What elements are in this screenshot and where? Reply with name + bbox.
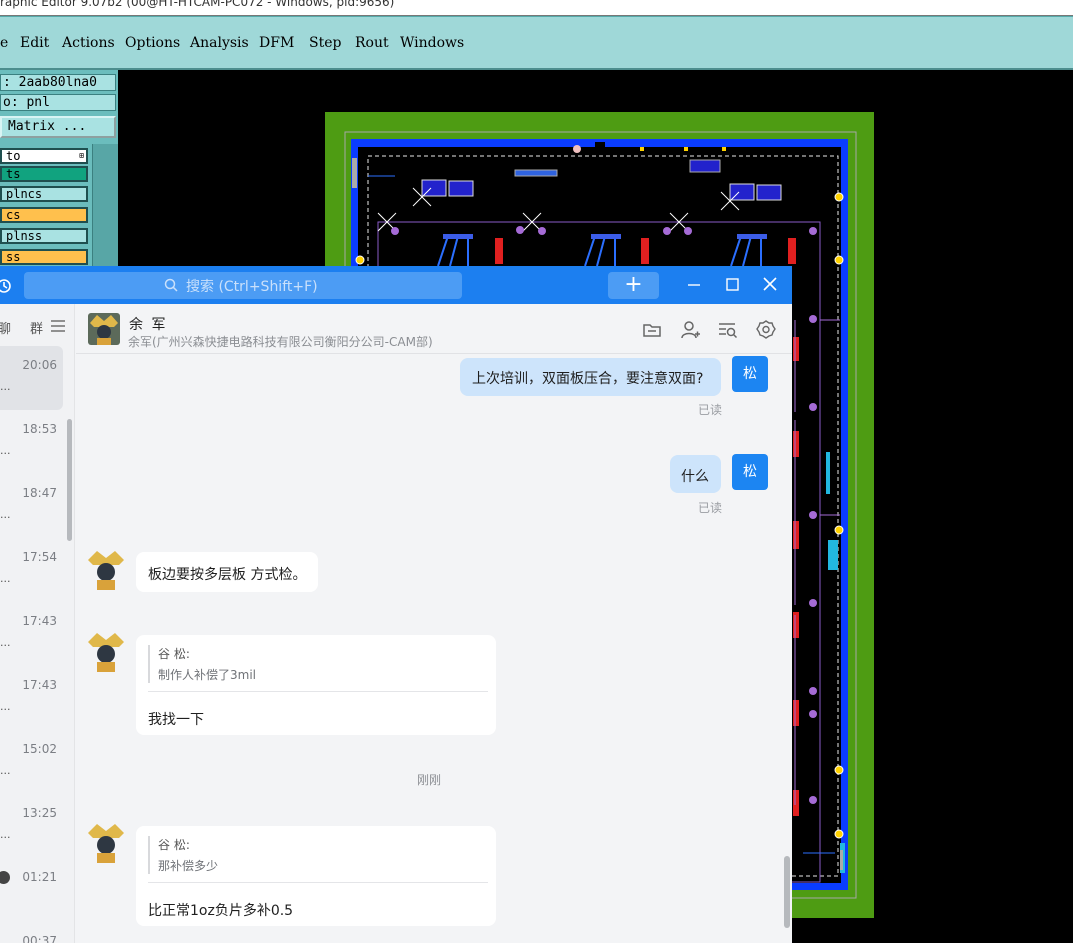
close-icon[interactable] xyxy=(759,274,781,296)
chat-main: 余 军 余军(广州兴森快捷电路科技有限公司衡阳分公司-CAM部) 上次培训，双面… xyxy=(76,304,792,943)
time-separator: 刚刚 xyxy=(417,773,442,787)
message-text: 什么 xyxy=(681,469,709,485)
minimize-icon[interactable] xyxy=(683,274,705,296)
search-history-icon[interactable] xyxy=(717,319,739,341)
quoted-message[interactable]: 谷 松: 制作人补偿了3mil xyxy=(148,645,256,683)
conversation-time: 15:02 xyxy=(22,742,57,756)
message-text: 板边要按多层板 方式检。 xyxy=(148,567,307,583)
conversation-item[interactable]: 18:53 ... xyxy=(0,410,63,474)
message-scrollbar[interactable] xyxy=(784,856,790,928)
conversation-item[interactable]: 17:54 ... xyxy=(0,538,63,602)
fiducial-top xyxy=(573,145,581,153)
message-bubble-incoming[interactable]: 谷 松: 制作人补偿了3mil 我找一下 xyxy=(136,635,496,735)
conversation-time: 17:54 xyxy=(22,550,57,564)
search-icon xyxy=(164,278,178,292)
conversation-preview: ... xyxy=(0,508,11,521)
conversation-preview: ... xyxy=(0,764,11,777)
search-placeholder: 搜索 (Ctrl+Shift+F) xyxy=(186,279,318,295)
search-input[interactable]: 搜索 (Ctrl+Shift+F) xyxy=(24,272,462,299)
conversation-item[interactable]: 00:37 xyxy=(0,922,63,943)
conversation-time: 17:43 xyxy=(22,678,57,692)
conversation-preview: ... xyxy=(0,700,11,713)
maximize-icon[interactable] xyxy=(721,274,743,296)
quote-text: 制作人补偿了3mil xyxy=(158,668,256,682)
quote-author: 谷 松: xyxy=(158,838,190,852)
menu-lines-icon[interactable] xyxy=(50,319,66,333)
conversation-item[interactable]: 18:47 ... xyxy=(0,474,63,538)
conversation-scrollbar[interactable] xyxy=(67,419,72,541)
chat-titlebar: 搜索 (Ctrl+Shift+F) + xyxy=(0,266,792,304)
conversation-time: 01:21 xyxy=(22,870,57,884)
avatar xyxy=(0,871,10,884)
conversation-time: 18:53 xyxy=(22,422,57,436)
message-text: 上次培训，双面板压合，要注意双面? xyxy=(472,371,704,387)
tab-chats[interactable]: 聊 xyxy=(0,318,11,337)
message-text: 比正常1oz负片多补0.5 xyxy=(148,903,294,919)
read-receipt: 已读 xyxy=(698,403,723,417)
conversation-time: 20:06 xyxy=(22,358,57,372)
quote-divider xyxy=(148,882,488,883)
chat-header: 余 军 余军(广州兴森快捷电路科技有限公司衡阳分公司-CAM部) xyxy=(76,304,792,354)
conversation-preview: ... xyxy=(0,380,11,393)
read-receipt: 已读 xyxy=(698,501,723,515)
message-bubble-incoming[interactable]: 板边要按多层板 方式检。 xyxy=(136,552,318,592)
message-bubble-outgoing[interactable]: 什么 xyxy=(670,455,721,493)
message-bubble-incoming[interactable]: 谷 松: 那补偿多少 比正常1oz负片多补0.5 xyxy=(136,826,496,926)
gear-icon[interactable] xyxy=(755,319,777,341)
conversation-item[interactable]: 01:21 xyxy=(0,858,63,922)
contact-subtitle: 余军(广州兴森快捷电路科技有限公司衡阳分公司-CAM部) xyxy=(128,335,433,349)
conversation-item[interactable]: 13:25 ... xyxy=(0,794,63,858)
message-text: 我找一下 xyxy=(148,712,204,728)
message-bubble-outgoing[interactable]: 上次培训，双面板压合，要注意双面? xyxy=(460,358,721,396)
tab-groups[interactable]: 群 xyxy=(30,318,43,337)
quoted-message[interactable]: 谷 松: 那补偿多少 xyxy=(148,836,218,874)
conversation-item[interactable]: 17:43 ... xyxy=(0,666,63,730)
conversation-item[interactable]: 17:43 ... xyxy=(0,602,63,666)
contact-avatar[interactable] xyxy=(88,313,120,345)
conversation-item[interactable]: 20:06 ... xyxy=(0,346,63,410)
my-avatar[interactable]: 松 xyxy=(732,356,768,392)
contact-name: 余 军 xyxy=(129,317,168,333)
conversation-item[interactable]: 15:02 ... xyxy=(0,730,63,794)
conversation-time: 18:47 xyxy=(22,486,57,500)
conversation-time: 13:25 xyxy=(22,806,57,820)
conversation-preview: ... xyxy=(0,444,11,457)
contact-avatar[interactable] xyxy=(85,821,127,863)
add-member-icon[interactable] xyxy=(679,319,701,341)
conversation-time: 00:37 xyxy=(22,934,57,943)
history-icon[interactable] xyxy=(0,278,12,294)
conversation-list: 聊 群 20:06 ... 18:53 ... 18:47 ... 17:54 … xyxy=(0,304,75,943)
chat-window: 搜索 (Ctrl+Shift+F) + 聊 群 20:06 ... 18:53 … xyxy=(0,266,792,943)
my-avatar[interactable]: 松 xyxy=(732,454,768,490)
conversation-time: 17:43 xyxy=(22,614,57,628)
conversation-preview: ... xyxy=(0,636,11,649)
conversation-preview: ... xyxy=(0,828,11,841)
quote-divider xyxy=(148,691,488,692)
folder-icon[interactable] xyxy=(641,319,663,341)
add-button[interactable]: + xyxy=(608,272,659,299)
quote-text: 那补偿多少 xyxy=(158,859,219,873)
conversation-preview: ... xyxy=(0,572,11,585)
quote-author: 谷 松: xyxy=(158,647,190,661)
contact-avatar[interactable] xyxy=(85,548,127,590)
contact-avatar[interactable] xyxy=(85,630,127,672)
